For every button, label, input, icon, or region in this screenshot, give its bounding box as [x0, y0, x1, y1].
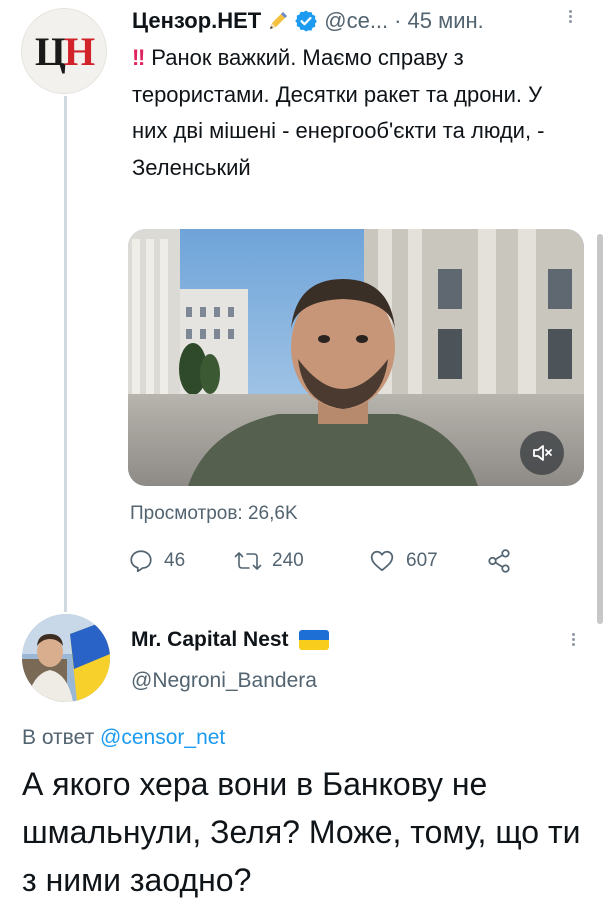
header-separator: ·	[394, 8, 402, 33]
reply-author-name-row: Mr. Capital Nest	[131, 628, 329, 652]
tweet-video[interactable]	[128, 229, 584, 486]
avatar-logo-letter-1: Ц	[34, 28, 66, 74]
tweet-action-bar: 46 240 607	[128, 544, 528, 578]
author-avatar[interactable]: ЦН	[21, 8, 107, 94]
volume-mute-icon	[533, 445, 552, 461]
author-handle[interactable]: @се...	[324, 8, 388, 34]
tweet-header: Цензор.НЕТ @се... · 45 мин.	[132, 6, 484, 36]
tweet-text: ‼ Ранок важкий. Маємо справу з терористам…	[132, 40, 572, 186]
like-count: 607	[406, 550, 438, 571]
reply-context: В ответ @censor_net	[22, 726, 225, 750]
reply-context-label: В ответ	[22, 726, 95, 749]
thread-connector-line	[64, 96, 67, 612]
retweet-count: 240	[272, 550, 304, 571]
avatar-logo-letter-2: Н	[64, 28, 95, 74]
reply-author-handle[interactable]: @Negroni_Bandera	[131, 669, 317, 693]
reply-button[interactable]: 46	[128, 544, 185, 578]
reply-text: А якого хера вони в Банкову не шмальнули…	[22, 766, 581, 898]
share-icon	[488, 549, 510, 573]
verified-icon	[295, 10, 318, 32]
double-exclamation-icon: ‼	[132, 45, 145, 70]
like-button[interactable]: 607	[368, 544, 438, 578]
tweet-text-body: Ранок важкий. Маємо справу з терористами…	[132, 45, 545, 180]
writing-hand-icon	[270, 12, 288, 29]
reply-author-avatar[interactable]	[22, 614, 110, 702]
reply-mention-link[interactable]: @censor_net	[100, 726, 225, 749]
retweet-icon	[234, 552, 262, 570]
share-button[interactable]	[486, 544, 522, 578]
avatar-photo	[22, 614, 110, 702]
more-options-icon[interactable]	[560, 8, 580, 28]
reply-more-options-icon[interactable]	[563, 631, 583, 651]
video-mute-button[interactable]	[520, 431, 564, 475]
reply-count: 46	[164, 550, 186, 571]
view-count: Просмотров: 26,6K	[130, 503, 298, 524]
author-name[interactable]: Цензор.НЕТ	[132, 8, 261, 34]
reply-author-name[interactable]: Mr. Capital Nest	[131, 628, 289, 652]
ukraine-flag-icon	[298, 630, 329, 650]
reply-icon	[130, 550, 152, 573]
retweet-button[interactable]: 240	[234, 544, 304, 578]
heart-icon	[370, 550, 394, 572]
scrollbar[interactable]	[597, 234, 603, 624]
video-frame	[128, 229, 584, 486]
tweet-timestamp[interactable]: 45 мин.	[407, 8, 483, 34]
